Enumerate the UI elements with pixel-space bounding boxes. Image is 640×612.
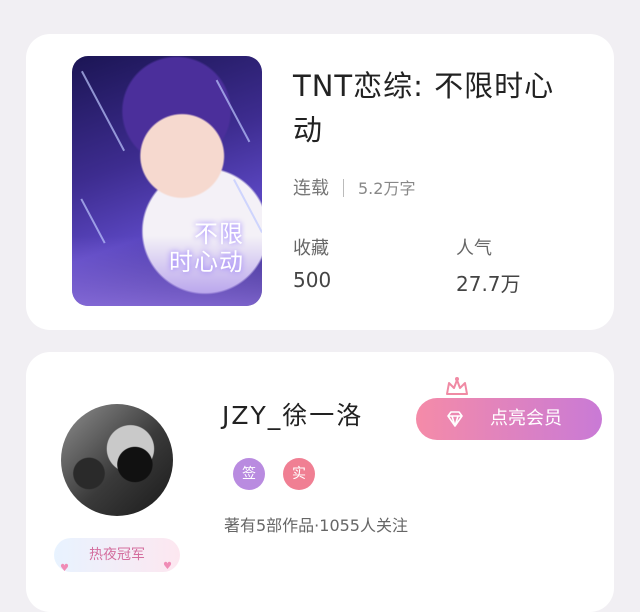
tag-signed: 签: [233, 458, 265, 490]
avatar[interactable]: [61, 404, 173, 516]
book-cover[interactable]: 不限 时心动: [72, 56, 262, 306]
badge-label: 热夜冠军: [89, 547, 145, 563]
crown-icon: [446, 377, 468, 395]
activate-vip-button[interactable]: 点亮会员: [416, 398, 602, 440]
divider: [343, 179, 344, 197]
achievement-badge: ♥ 热夜冠军 ♥: [54, 538, 180, 574]
book-meta: 连载 5.2万字: [293, 174, 415, 200]
favorites-value: 500: [293, 268, 332, 292]
popularity-value: 27.7万: [456, 272, 521, 296]
vip-button-label: 点亮会员: [490, 408, 562, 429]
author-name[interactable]: JZY_徐一洛: [222, 396, 363, 432]
book-status: 连载: [293, 178, 329, 199]
book-title: TNT恋综: 不限时心动: [293, 69, 555, 147]
author-card: ♥ 热夜冠军 ♥ JZY_徐一洛 点亮会员 签 实 著有5部作品·1055人关注: [26, 352, 614, 612]
cover-title-text: 不限 时心动: [169, 220, 244, 276]
diamond-icon: [447, 411, 463, 427]
tag-verified: 实: [283, 458, 315, 490]
favorites-label: 收藏: [293, 238, 329, 259]
author-stats: 著有5部作品·1055人关注: [224, 516, 408, 535]
popularity-label: 人气: [456, 238, 492, 259]
book-card[interactable]: 不限 时心动 TNT恋综: 不限时心动 连载 5.2万字 收藏 500 人气 27…: [26, 34, 614, 330]
word-count: 5.2万字: [358, 179, 416, 198]
